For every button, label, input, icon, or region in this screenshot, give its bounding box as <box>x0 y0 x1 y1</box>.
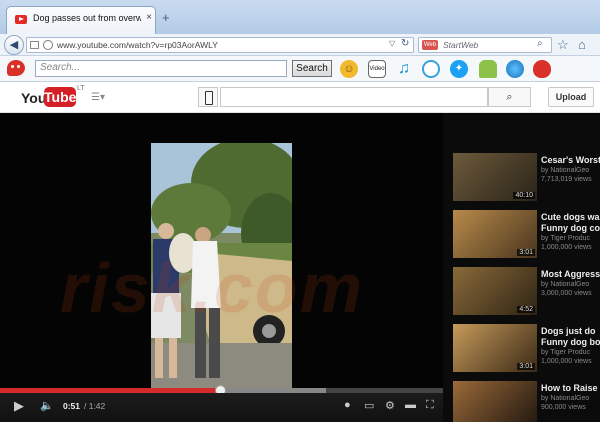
related-videos-sidebar: 40:10 Cesar's Worst by NationalGeo 7,713… <box>443 113 600 422</box>
guide-menu-icon[interactable]: ☰▾ <box>91 92 105 103</box>
fullscreen-icon[interactable]: ⛶ <box>426 399 434 412</box>
current-time: 0:51 <box>63 401 81 411</box>
video-duration: 4:52 <box>517 306 535 313</box>
bookmark-star-icon[interactable]: ☆ <box>557 37 569 53</box>
related-video-item[interactable]: 3:01 Cute dogs wa Funny dog co by Tiger … <box>443 210 600 270</box>
address-bar[interactable]: www.youtube.com/watch?v=rp03AorAWLY ▽ ↻ <box>26 37 414 53</box>
youtube-logo-tube[interactable]: Tube <box>44 87 76 107</box>
captions-icon[interactable]: ▭ <box>364 399 374 412</box>
related-video-title[interactable]: Most Aggressi <box>541 269 600 279</box>
youtube-logo-you[interactable]: You <box>21 90 46 106</box>
video-thumbnail[interactable]: 4:52 <box>453 267 537 315</box>
total-time: / 1:42 <box>84 401 106 411</box>
dropdown-arrow-icon[interactable]: ▽ <box>389 39 395 48</box>
home-icon[interactable]: ⌂ <box>578 37 586 52</box>
youtube-search-button[interactable]: ⌕ <box>488 87 531 107</box>
youtube-favicon-icon <box>15 15 27 24</box>
video-duration: 3:01 <box>517 249 535 256</box>
tab-close-button[interactable]: × <box>144 12 154 23</box>
related-video-title[interactable]: Dogs just do <box>541 326 596 336</box>
search-engine-icon[interactable]: Web <box>422 40 438 50</box>
related-video-views: 3,000,000 views <box>541 290 592 297</box>
theater-mode-icon[interactable]: ▬ <box>405 399 416 411</box>
back-button[interactable]: ◀ <box>4 35 24 55</box>
player-controls: ▶ 🔈 0:51 / 1:42 ● ▭ ⚙ ▬ ⛶ <box>0 393 443 422</box>
related-video-title[interactable]: Cesar's Worst <box>541 155 600 165</box>
youtube-search-input[interactable] <box>220 87 488 107</box>
navigation-bar: ◀ www.youtube.com/watch?v=rp03AorAWLY ▽ … <box>0 34 600 56</box>
related-video-title[interactable]: How to Raise <box>541 383 598 393</box>
related-video-item[interactable]: 40:10 Cesar's Worst by NationalGeo 7,713… <box>443 153 600 213</box>
volume-icon[interactable]: 🔈 <box>40 399 54 412</box>
settings-gear-icon[interactable]: ⚙ <box>385 399 395 412</box>
web-search-bar[interactable]: Web StartWeb ⌕ <box>418 37 552 53</box>
related-video-title-line2[interactable]: Funny dog bo <box>541 337 600 347</box>
angry-birds-icon[interactable] <box>533 60 551 78</box>
related-video-title-line2[interactable]: Funny dog co <box>541 223 600 233</box>
toolbar-search-input[interactable]: Search... <box>35 60 287 77</box>
related-video-item[interactable]: 3:01 Dogs just do Funny dog bo by Tiger … <box>443 324 600 384</box>
new-tab-button[interactable]: + <box>162 10 170 25</box>
youtube-header: You Tube LT ☰▾ ⌕ Upload <box>0 82 600 113</box>
chat-icon[interactable] <box>422 60 440 78</box>
globe-icon[interactable] <box>506 60 524 78</box>
watermark-text: risk.com <box>60 249 364 327</box>
related-video-item[interactable]: 4:52 Most Aggressi by NationalGeo 3,000,… <box>443 267 600 327</box>
video-icon[interactable]: Video <box>368 60 386 78</box>
android-icon[interactable] <box>479 60 497 78</box>
related-video-title[interactable]: Cute dogs wa <box>541 212 600 222</box>
video-duration: 3:01 <box>517 363 535 370</box>
url-text[interactable]: www.youtube.com/watch?v=rp03AorAWLY <box>57 40 218 50</box>
twitter-icon[interactable]: ✦ <box>450 60 468 78</box>
annotations-icon[interactable]: ● <box>344 399 351 411</box>
addon-toolbar: Search... Search ☺ Video ♫ ✦ <box>0 56 600 82</box>
play-icon[interactable]: ▶ <box>14 398 24 414</box>
related-video-views: 7,713,019 views <box>541 176 592 183</box>
upload-button[interactable]: Upload <box>548 87 594 107</box>
video-thumbnail[interactable] <box>453 381 537 422</box>
related-video-channel: by NationalGeo <box>541 167 590 174</box>
video-duration: 40:10 <box>513 192 535 199</box>
globe-icon <box>43 40 53 50</box>
phone-upload-icon[interactable] <box>198 87 218 107</box>
web-search-placeholder[interactable]: StartWeb <box>443 40 478 50</box>
related-video-views: 1,000,000 views <box>541 244 592 251</box>
related-video-channel: by Tiger Produc <box>541 349 591 356</box>
smiley-icon[interactable]: ☺ <box>340 60 358 78</box>
tab-title: Dog passes out from overwhel... <box>33 13 141 23</box>
music-icon[interactable]: ♫ <box>395 60 413 78</box>
related-video-views: 900,000 views <box>541 404 586 411</box>
search-icon[interactable]: ⌕ <box>537 38 543 49</box>
related-video-channel: by NationalGeo <box>541 395 590 402</box>
browser-tab[interactable]: Dog passes out from overwhel... × <box>6 6 156 34</box>
related-video-views: 1,000,000 views <box>541 358 592 365</box>
related-video-channel: by Tiger Produc <box>541 235 591 242</box>
toolbar-logo-icon[interactable] <box>7 60 25 76</box>
video-thumbnail[interactable]: 3:01 <box>453 210 537 258</box>
related-video-item[interactable]: How to Raise by NationalGeo 900,000 view… <box>443 381 600 422</box>
region-label: LT <box>77 85 85 92</box>
video-thumbnail[interactable]: 3:01 <box>453 324 537 372</box>
toolbar-search-button[interactable]: Search <box>292 60 332 77</box>
tab-strip: Dog passes out from overwhel... × + <box>0 0 600 34</box>
reload-icon[interactable]: ↻ <box>401 38 409 49</box>
grid-icon[interactable] <box>30 41 39 49</box>
video-thumbnail[interactable]: 40:10 <box>453 153 537 201</box>
related-video-channel: by NationalGeo <box>541 281 590 288</box>
